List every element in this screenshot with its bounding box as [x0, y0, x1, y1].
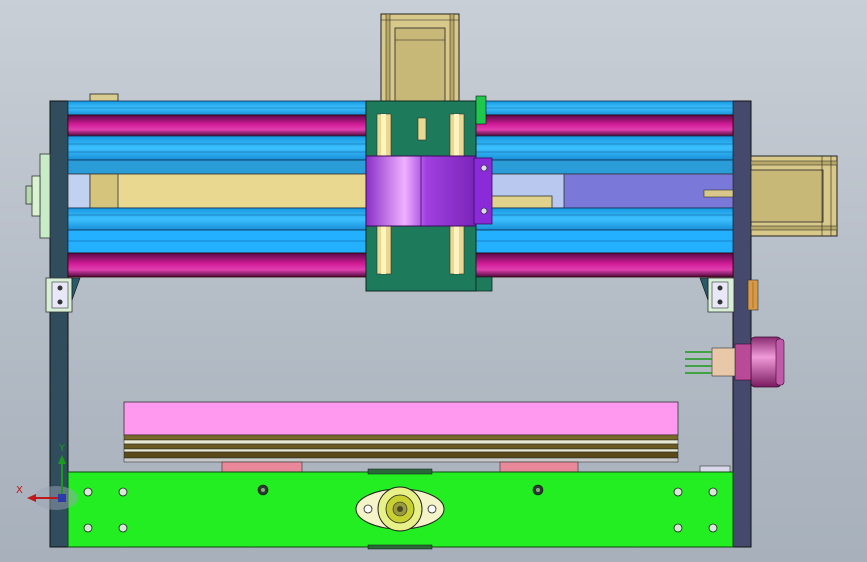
cad-viewport[interactable]: Y X: [0, 0, 867, 562]
bed-pink: [123, 401, 679, 436]
triad-y-label: Y: [59, 443, 66, 454]
bed-support-left: [221, 461, 303, 473]
motor-right: [750, 155, 838, 237]
left-endcap: [25, 153, 51, 239]
top-tab: [89, 93, 119, 102]
left-bracket: [45, 277, 81, 313]
spindle-clamp-purple: [365, 155, 493, 227]
lead-screw-tan: [89, 173, 369, 209]
triad-x-label: X: [16, 485, 23, 496]
side-frame-left: [49, 100, 69, 548]
motor-top: [380, 13, 460, 102]
bed-layers-brown: [123, 434, 679, 463]
right-bracket: [699, 277, 759, 313]
bed-support-right: [499, 461, 579, 473]
cnc-machine-drawing: [25, 13, 838, 550]
side-frame-right: [732, 100, 752, 548]
